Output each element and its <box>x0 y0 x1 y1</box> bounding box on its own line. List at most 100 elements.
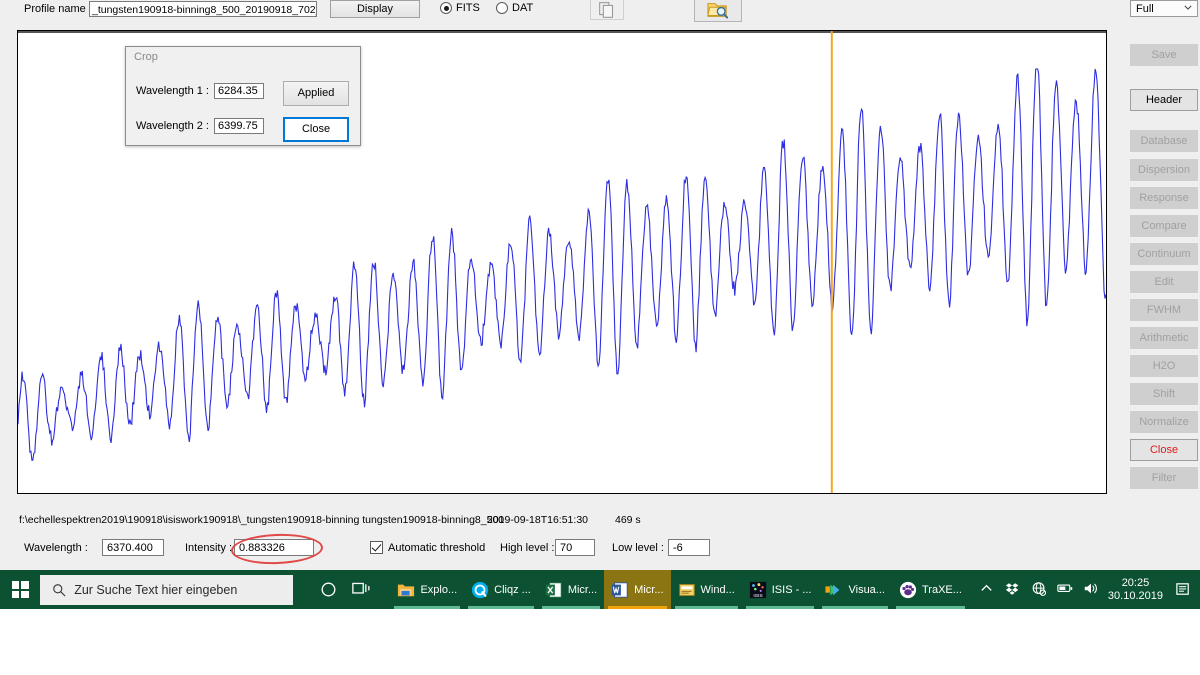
taskbar-app-explorer[interactable]: Explo... <box>390 570 464 609</box>
view-mode-value: Full <box>1136 2 1154 16</box>
taskbar-clock[interactable]: 20:25 30.10.2019 <box>1108 577 1163 603</box>
desktop-background <box>0 609 1200 675</box>
system-tray <box>979 581 1100 598</box>
automatic-threshold-box <box>370 541 383 554</box>
automatic-threshold-checkbox[interactable]: Automatic threshold <box>370 541 485 554</box>
excel-icon <box>545 581 563 599</box>
taskbar-app-cliqz[interactable]: Cliqz ... <box>464 570 538 609</box>
side-button-continuum[interactable]: Continuum <box>1130 243 1198 265</box>
isis-icon: ISIS <box>749 581 767 599</box>
side-button-fwhm[interactable]: FWHM <box>1130 299 1198 321</box>
taskbar-app-visualspec-label: Visua... <box>848 584 885 596</box>
traxe-paw-icon <box>899 581 917 599</box>
cortana-button[interactable] <box>311 570 345 609</box>
taskbar-app-excel[interactable]: Micr... <box>538 570 604 609</box>
clock-date: 30.10.2019 <box>1108 590 1163 603</box>
radio-fits-dot <box>440 2 452 14</box>
side-button-close[interactable]: Close <box>1130 439 1198 461</box>
display-button[interactable]: Display <box>330 0 420 18</box>
intensity-value-field[interactable]: 0.883326 <box>234 539 314 556</box>
radio-dat-dot <box>496 2 508 14</box>
taskbar-search-placeholder: Zur Suche Text hier eingeben <box>74 583 237 597</box>
cortana-circle-icon <box>320 581 337 598</box>
profile-name-label: Profile name : <box>24 3 92 15</box>
visualspec-icon <box>825 581 843 599</box>
radio-fits[interactable]: FITS <box>440 1 480 15</box>
high-level-label: High level : <box>500 542 554 554</box>
radio-dat-label: DAT <box>512 1 533 15</box>
side-button-header[interactable]: Header <box>1130 89 1198 111</box>
side-button-dispersion[interactable]: Dispersion <box>1130 159 1198 181</box>
side-button-response[interactable]: Response <box>1130 187 1198 209</box>
wavelength-label: Wavelength : <box>24 542 88 554</box>
chevron-up-icon[interactable] <box>979 581 996 598</box>
side-button-arithmetic[interactable]: Arithmetic <box>1130 327 1198 349</box>
clock-time: 20:25 <box>1108 577 1163 590</box>
side-button-shift[interactable]: Shift <box>1130 383 1198 405</box>
taskbar-app-traxe-label: TraXE... <box>922 584 962 596</box>
profile-name-input[interactable]: _tungsten190918-binning8_500_20190918_70… <box>89 1 317 17</box>
battery-icon[interactable] <box>1057 581 1074 598</box>
task-view-icon <box>352 581 371 598</box>
taskbar-app-excel-label: Micr... <box>568 584 597 596</box>
low-level-label: Low level : <box>612 542 664 554</box>
network-globe-offline-icon[interactable] <box>1031 581 1048 598</box>
dropbox-icon[interactable] <box>1005 581 1022 598</box>
wavelength-value-field[interactable]: 6370.400 <box>102 539 164 556</box>
view-mode-combobox[interactable]: Full <box>1130 0 1198 17</box>
wavelength1-input[interactable]: 6284.35 <box>214 83 264 99</box>
radio-fits-label: FITS <box>456 1 480 15</box>
radio-dat[interactable]: DAT <box>496 1 533 15</box>
copy-button[interactable] <box>590 0 624 20</box>
crop-close-button[interactable]: Close <box>283 117 349 142</box>
copy-icon <box>596 0 618 21</box>
taskbar-search-box[interactable]: Zur Suche Text hier eingeben <box>40 575 293 605</box>
volume-icon[interactable] <box>1083 581 1100 598</box>
file-path-text: f:\echellespektren2019\190918\isiswork19… <box>19 514 504 526</box>
intensity-label: Intensity : <box>185 542 232 554</box>
start-button[interactable] <box>0 570 40 609</box>
crop-dialog-title: Crop <box>134 51 158 63</box>
side-button-h2o[interactable]: H2O <box>1130 355 1198 377</box>
screen-root: Profile name : _tungsten190918-binning8_… <box>0 0 1200 675</box>
side-button-database[interactable]: Database <box>1130 130 1198 152</box>
notifications-icon[interactable] <box>1175 581 1192 598</box>
word-icon <box>611 581 629 599</box>
taskbar-app-word-label: Micr... <box>634 584 663 596</box>
crop-applied-button[interactable]: Applied <box>283 81 349 106</box>
wavelength2-input[interactable]: 6399.75 <box>214 118 264 134</box>
open-file-button[interactable] <box>694 0 742 22</box>
wavelength2-label: Wavelength 2 : <box>136 120 209 132</box>
side-button-save[interactable]: Save <box>1130 44 1198 66</box>
status-line: f:\echellespektren2019\190918\isiswork19… <box>0 514 1120 530</box>
folder-search-icon <box>705 0 731 21</box>
taskbar-app-traxe[interactable]: TraXE... <box>892 570 969 609</box>
taskbar-app-visualspec[interactable]: Visua... <box>818 570 892 609</box>
taskbar-app-windows-tool[interactable]: Wind... <box>671 570 742 609</box>
windows-logo-icon <box>12 581 29 598</box>
low-level-field[interactable]: -6 <box>668 539 710 556</box>
top-toolbar: Profile name : _tungsten190918-binning8_… <box>0 0 1200 22</box>
taskbar-app-windows-tool-label: Wind... <box>701 584 735 596</box>
svg-text:ISIS: ISIS <box>753 593 763 599</box>
chevron-down-icon <box>1184 5 1192 10</box>
side-button-edit[interactable]: Edit <box>1130 271 1198 293</box>
task-view-button[interactable] <box>345 570 379 609</box>
cliqz-browser-icon <box>471 581 489 599</box>
file-explorer-icon <box>397 581 415 599</box>
high-level-field[interactable]: 70 <box>555 539 595 556</box>
sticky-notes-icon <box>678 581 696 599</box>
side-button-compare[interactable]: Compare <box>1130 215 1198 237</box>
isis-application-window: Profile name : _tungsten190918-binning8_… <box>0 0 1200 570</box>
windows-taskbar: Zur Suche Text hier eingeben <box>0 570 1200 609</box>
automatic-threshold-label: Automatic threshold <box>388 542 485 554</box>
side-button-normalize[interactable]: Normalize <box>1130 411 1198 433</box>
taskbar-app-word[interactable]: Micr... <box>604 570 670 609</box>
taskbar-app-isis[interactable]: ISIS ISIS - ... <box>742 570 819 609</box>
crop-dialog: Crop Wavelength 1 : 6284.35 Wavelength 2… <box>125 46 361 146</box>
bottom-control-row: Wavelength : 6370.400 Intensity : 0.8833… <box>0 538 1120 562</box>
side-button-filter[interactable]: Filter <box>1130 467 1198 489</box>
exposure-text: 469 s <box>615 514 641 526</box>
wavelength1-label: Wavelength 1 : <box>136 85 209 97</box>
taskbar-app-explorer-label: Explo... <box>420 584 457 596</box>
